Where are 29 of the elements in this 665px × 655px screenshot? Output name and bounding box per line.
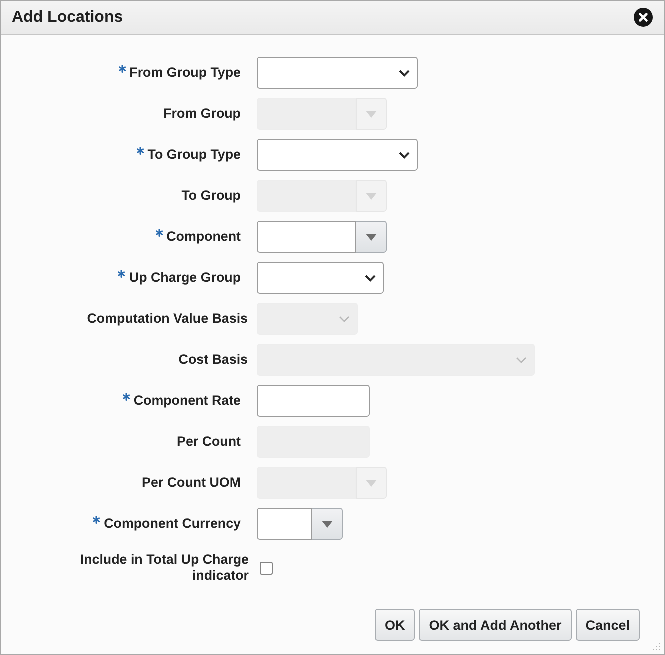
dropdown-button[interactable] [356,221,387,253]
field-label: From Group [164,106,241,122]
field-label: Computation Value Basis [87,311,248,327]
text-input-field[interactable] [257,385,370,417]
dialog-button[interactable]: OK and Add Another [419,609,572,641]
field-label: Cost Basis [178,352,248,368]
field-label: Per Count UOM [142,475,241,491]
close-button[interactable] [634,8,653,27]
resize-grip-icon[interactable] [653,643,661,651]
input-field[interactable] [257,508,312,540]
dialog-button[interactable]: OK [374,609,416,641]
dropdown-field[interactable] [257,139,418,171]
field-label: Component [166,229,241,245]
field-label: Per Count [177,434,241,450]
checkbox-label: Include in Total Up Charge indicator [79,552,249,584]
dialog-title: Add Locations [12,8,124,26]
dropdown-button[interactable] [312,508,343,540]
checkbox[interactable] [260,562,273,574]
field-label: Component Rate [134,393,241,409]
field-label: Component Currency [104,516,241,532]
input-field[interactable] [257,221,356,253]
close-icon [634,8,653,27]
field-label: Up Charge Group [129,270,241,286]
field-label: To Group [182,188,241,204]
dropdown-field[interactable] [257,57,418,89]
dropdown-field[interactable] [257,262,384,294]
field-label: From Group Type [130,65,241,81]
dialog-button[interactable]: Cancel [576,609,640,641]
field-label: To Group Type [148,147,241,163]
